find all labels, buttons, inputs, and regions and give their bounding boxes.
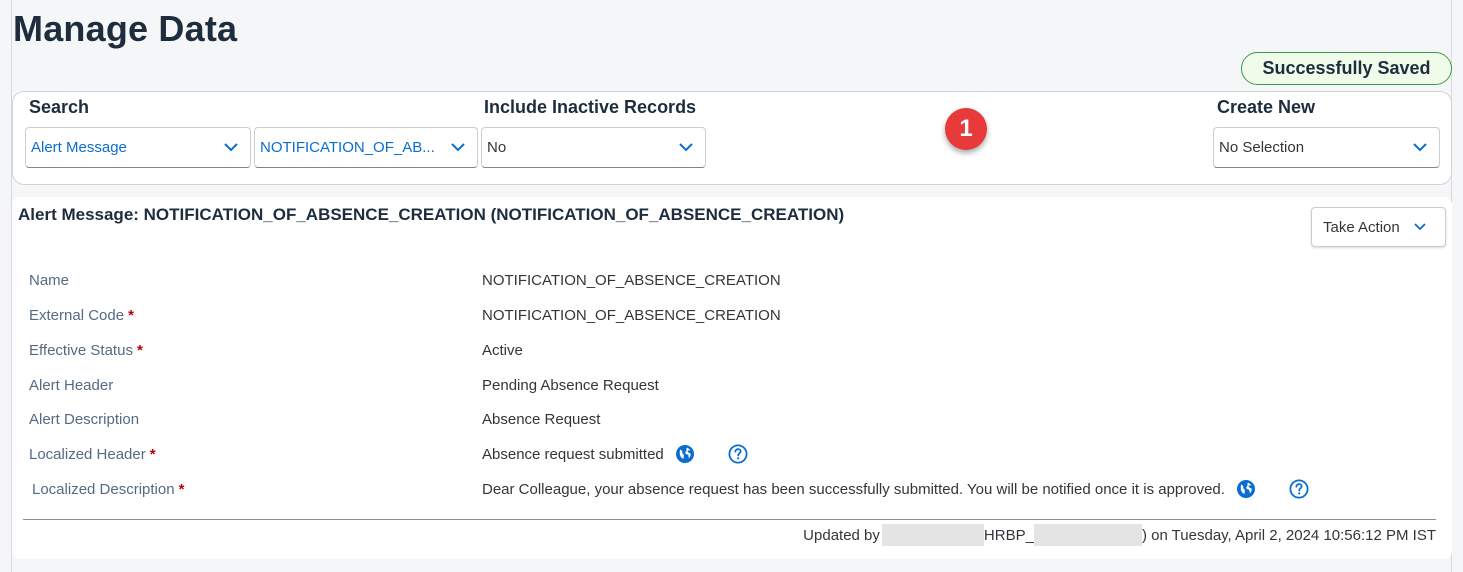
record-detail-card: Alert Message: NOTIFICATION_OF_ABSENCE_C…	[12, 197, 1452, 559]
include-inactive-select[interactable]: No	[481, 127, 706, 168]
chevron-down-icon	[1401, 143, 1439, 152]
field-label-external-code: External Code *	[29, 307, 134, 324]
field-value-localized-description: Dear Colleague, your absence request has…	[482, 479, 1309, 499]
updated-by-line: Updated by HRBP_ ) on Tuesday, April 2, …	[803, 524, 1436, 546]
chevron-down-icon	[439, 143, 477, 152]
globe-icon[interactable]	[1236, 479, 1256, 499]
step-marker: 1	[945, 108, 987, 150]
updated-role: HRBP_	[983, 526, 1034, 544]
redacted-name	[881, 524, 984, 546]
create-new-value: No Selection	[1219, 139, 1305, 156]
field-label-alert-header: Alert Header	[29, 377, 114, 394]
help-icon[interactable]	[1289, 479, 1309, 499]
field-value-alert-header: Pending Absence Request	[482, 377, 659, 394]
field-value-localized-header: Absence request submitted	[482, 444, 748, 464]
record-title: Alert Message: NOTIFICATION_OF_ABSENCE_C…	[18, 205, 845, 224]
help-icon[interactable]	[728, 444, 748, 464]
object-instance-select[interactable]: NOTIFICATION_OF_AB...	[254, 127, 478, 168]
field-label-localized-description: Localized Description *	[32, 481, 185, 498]
field-value-external-code: NOTIFICATION_OF_ABSENCE_CREATION	[482, 307, 781, 324]
field-value-name: NOTIFICATION_OF_ABSENCE_CREATION	[482, 272, 781, 289]
create-new-select[interactable]: No Selection	[1213, 127, 1440, 168]
field-label-alert-description: Alert Description	[29, 411, 140, 428]
include-inactive-label: Include Inactive Records	[484, 97, 697, 117]
take-action-label: Take Action	[1323, 218, 1400, 236]
search-label: Search	[29, 97, 90, 117]
object-type-select[interactable]: Alert Message	[25, 127, 251, 168]
chevron-down-icon	[1414, 223, 1426, 231]
updated-prefix: Updated by	[803, 526, 880, 544]
search-panel: Search Include Inactive Records Create N…	[12, 91, 1452, 185]
chevron-down-icon	[212, 143, 250, 152]
object-type-value: Alert Message	[31, 139, 127, 156]
take-action-button[interactable]: Take Action	[1311, 207, 1446, 247]
updated-suffix: ) on Tuesday, April 2, 2024 10:56:12 PM …	[1141, 526, 1436, 544]
field-label-effective-status: Effective Status *	[29, 342, 143, 359]
status-badge: Successfully Saved	[1241, 52, 1452, 85]
redacted-id	[1033, 524, 1142, 546]
globe-icon[interactable]	[675, 444, 695, 464]
field-value-alert-description: Absence Request	[482, 411, 601, 428]
field-label-localized-header: Localized Header *	[29, 446, 156, 463]
footer-divider	[23, 519, 1436, 520]
create-new-label: Create New	[1217, 97, 1316, 117]
field-value-effective-status: Active	[482, 342, 523, 359]
page-title: Manage Data	[13, 8, 238, 49]
object-instance-value: NOTIFICATION_OF_AB...	[260, 139, 435, 156]
field-label-name: Name	[29, 272, 70, 289]
include-inactive-value: No	[487, 139, 507, 156]
chevron-down-icon	[667, 143, 705, 152]
